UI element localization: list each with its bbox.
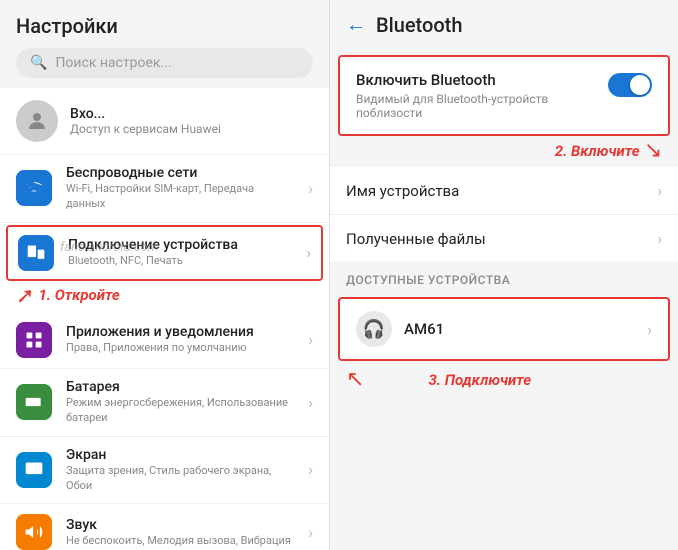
menu-item-sound[interactable]: Звук Не беспокоить, Мелодия вызова, Вибр… [0,504,329,550]
menu-item-devices[interactable]: Подключение устройства Bluetooth, NFC, П… [6,225,323,281]
settings-title: Настройки [16,14,313,38]
search-icon: 🔍 [30,55,47,71]
settings-panel: Настройки 🔍 Поиск настроек... Вхо... Дос… [0,0,330,550]
battery-subtitle: Режим энергосбережения, Использование ба… [66,395,294,426]
apps-chevron: › [308,330,313,349]
apps-icon [16,322,52,358]
apps-subtitle: Права, Приложения по умолчанию [66,340,294,355]
sound-text: Звук Не беспокоить, Мелодия вызова, Вибр… [66,517,294,548]
device-name-chevron: › [657,181,662,200]
profile-subtitle: Доступ к сервисам Huawei [70,122,221,136]
sound-subtitle: Не беспокоить, Мелодия вызова, Вибрация [66,533,294,548]
settings-header: Настройки 🔍 Поиск настроек... [0,0,329,88]
bluetooth-header: ← Bluetooth [330,0,678,49]
devices-chevron: › [306,243,311,262]
profile-row[interactable]: Вхо... Доступ к сервисам Huawei [0,88,329,155]
avatar [16,100,58,142]
wifi-icon [16,170,52,206]
step3-annotation: ↖ 3. Подключите [330,363,678,396]
step3-label: 3. Подключите [428,371,531,389]
battery-chevron: › [308,393,313,412]
received-files-chevron: › [657,229,662,248]
menu-list: Беспроводные сети Wi-Fi, Настройки SIM-к… [0,155,329,550]
devices-icon [18,235,54,271]
devices-subtitle: Bluetooth, NFC, Печать [68,253,292,268]
device-am61[interactable]: 🎧 AM61 › [338,297,670,361]
menu-item-apps[interactable]: Приложения и уведомления Права, Приложен… [0,312,329,369]
profile-info: Вхо... Доступ к сервисам Huawei [70,106,221,136]
toggle-section: Включить Bluetooth Видимый для Bluetooth… [330,55,678,167]
sound-chevron: › [308,523,313,542]
wireless-chevron: › [308,179,313,198]
bluetooth-content: Включить Bluetooth Видимый для Bluetooth… [330,49,678,550]
apps-title: Приложения и уведомления [66,324,294,340]
step2-annotation: 2. Включите ↙ [330,136,678,167]
devices-title: Подключение устройства [68,237,292,253]
bluetooth-title: Bluetooth [376,13,462,37]
step2-label: 2. Включите [555,142,640,160]
wireless-text: Беспроводные сети Wi-Fi, Настройки SIM-к… [66,165,294,212]
bluetooth-panel: ← Bluetooth Включить Bluetooth Видимый д… [330,0,678,550]
display-chevron: › [308,460,313,479]
toggle-info: Включить Bluetooth Видимый для Bluetooth… [356,71,608,120]
battery-text: Батарея Режим энергосбережения, Использо… [66,379,294,426]
step1-label: 1. Откройте [38,286,119,304]
received-files-row[interactable]: Полученные файлы › [330,215,678,263]
toggle-title: Включить Bluetooth [356,71,608,89]
received-files-label: Полученные файлы [346,230,657,248]
wireless-subtitle: Wi-Fi, Настройки SIM-карт, Передача данн… [66,181,294,212]
bluetooth-toggle-row[interactable]: Включить Bluetooth Видимый для Bluetooth… [338,55,670,136]
menu-item-display[interactable]: Экран Защита зрения, Стиль рабочего экра… [0,437,329,505]
step3-arrow: ↖ [346,367,364,392]
search-bar[interactable]: 🔍 Поиск настроек... [16,48,313,78]
device-name-row[interactable]: Имя устройства › [330,167,678,215]
display-subtitle: Защита зрения, Стиль рабочего экрана, Об… [66,463,294,494]
search-placeholder: Поиск настроек... [55,55,171,71]
toggle-subtitle: Видимый для Bluetooth-устройств поблизос… [356,92,608,120]
device-chevron: › [647,320,652,339]
device-name-label: Имя устройства [346,182,657,200]
step3-area: 🎧 AM61 › ↖ 3. Подключите [330,297,678,396]
display-title: Экран [66,447,294,463]
display-text: Экран Защита зрения, Стиль рабочего экра… [66,447,294,494]
apps-text: Приложения и уведомления Права, Приложен… [66,324,294,355]
display-icon [16,452,52,488]
menu-item-battery[interactable]: Батарея Режим энергосбережения, Использо… [0,369,329,437]
step1-area: Подключение устройства Bluetooth, NFC, П… [0,225,329,312]
wireless-title: Беспроводные сети [66,165,294,181]
device-am61-name: AM61 [404,320,635,338]
sound-icon [16,514,52,550]
headphones-icon: 🎧 [356,311,392,347]
toggle-switch[interactable] [608,73,652,97]
step1-annotation: ➘ 1. Откройте [0,283,329,312]
sound-title: Звук [66,517,294,533]
menu-item-wireless[interactable]: Беспроводные сети Wi-Fi, Настройки SIM-к… [0,155,329,223]
devices-text: Подключение устройства Bluetooth, NFC, П… [68,237,292,268]
profile-name: Вхо... [70,106,221,122]
back-button[interactable]: ← [346,12,366,37]
available-devices-header: ДОСТУПНЫЕ УСТРОЙСТВА [330,263,678,293]
step1-arrow: ➘ [16,283,34,308]
step2-arrow: ↙ [644,138,662,163]
battery-title: Батарея [66,379,294,395]
battery-icon [16,384,52,420]
